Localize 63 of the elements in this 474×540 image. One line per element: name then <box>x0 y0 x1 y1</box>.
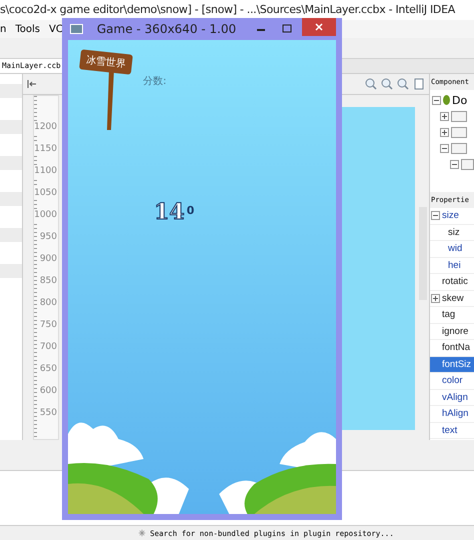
close-button[interactable] <box>302 18 336 36</box>
expander-icon[interactable] <box>431 294 440 303</box>
property-row[interactable]: wid <box>430 241 474 258</box>
window-title: s\coco2d-x game editor\demo\snow] - [snow] - ...\Sources\MainLayer.ccbx - IntelliJ IDEA <box>0 0 474 20</box>
expander-icon[interactable] <box>440 144 449 152</box>
menu-item[interactable]: n <box>0 24 6 34</box>
property-row[interactable]: fontSiz <box>430 356 474 373</box>
property-row[interactable]: ignore <box>430 324 474 340</box>
property-name: text <box>442 424 458 436</box>
property-name: hei <box>448 260 461 271</box>
score-digit: 0 <box>186 204 194 217</box>
property-row[interactable]: hei <box>430 258 474 274</box>
property-row[interactable]: vAlign <box>430 390 474 406</box>
tree-node[interactable] <box>461 158 474 170</box>
tree-node[interactable] <box>451 142 467 154</box>
ruler-label: 1050 <box>34 187 58 200</box>
expander-icon[interactable] <box>450 160 459 168</box>
property-row[interactable]: text <box>430 422 474 439</box>
property-name: tag <box>442 309 456 320</box>
menu-item[interactable]: VC <box>48 24 63 34</box>
property-name: wid <box>448 243 462 254</box>
expander-icon[interactable] <box>432 96 441 104</box>
property-name: hAlign <box>442 408 468 420</box>
property-name: rotatic <box>442 276 468 288</box>
ruler-label: 1000 <box>34 209 58 222</box>
ruler-label: 1150 <box>34 143 58 156</box>
ruler-label: 1200 <box>34 121 58 134</box>
zoom-icon[interactable] <box>397 78 409 90</box>
tree-node[interactable] <box>451 126 467 138</box>
property-row[interactable]: skew <box>430 290 474 307</box>
property-row[interactable]: rotatic <box>430 274 474 290</box>
page-icon[interactable] <box>413 78 425 90</box>
expander-icon[interactable] <box>440 128 449 136</box>
property-name: size <box>442 210 459 222</box>
window-title: Game - 360x640 - 1.00 <box>96 22 238 36</box>
zoom-icon[interactable] <box>365 78 377 90</box>
property-name: ignore <box>442 326 468 337</box>
sign-board: 冰雪世界 <box>79 49 133 75</box>
progress-icon <box>138 529 146 537</box>
score-label: 分数: <box>143 75 166 88</box>
property-row[interactable]: color <box>430 373 474 390</box>
expander-icon[interactable] <box>440 112 449 120</box>
tree-item[interactable]: Do <box>452 94 468 106</box>
signpost-drawing <box>106 70 116 130</box>
property-name: fontSiz <box>442 358 472 370</box>
tree-node[interactable] <box>451 110 467 122</box>
node-icon <box>443 95 450 105</box>
expander-icon[interactable] <box>431 211 440 220</box>
app-icon <box>70 24 83 34</box>
property-name: fontNa <box>442 342 470 354</box>
property-name: vAlign <box>442 392 468 403</box>
property-row[interactable]: hAlign <box>430 406 474 422</box>
property-row[interactable]: siz <box>430 224 474 241</box>
property-row[interactable]: tag <box>430 307 474 324</box>
property-name: siz <box>448 226 460 238</box>
score-text: 14 <box>154 200 185 224</box>
pin-icon[interactable] <box>27 79 37 89</box>
zoom-icon[interactable] <box>381 78 393 90</box>
menu-item[interactable]: Tools <box>15 24 40 34</box>
ruler-label: 1100 <box>34 165 58 178</box>
property-row[interactable]: size <box>430 208 474 224</box>
property-name: color <box>442 375 463 386</box>
property-name: skew <box>442 292 464 304</box>
